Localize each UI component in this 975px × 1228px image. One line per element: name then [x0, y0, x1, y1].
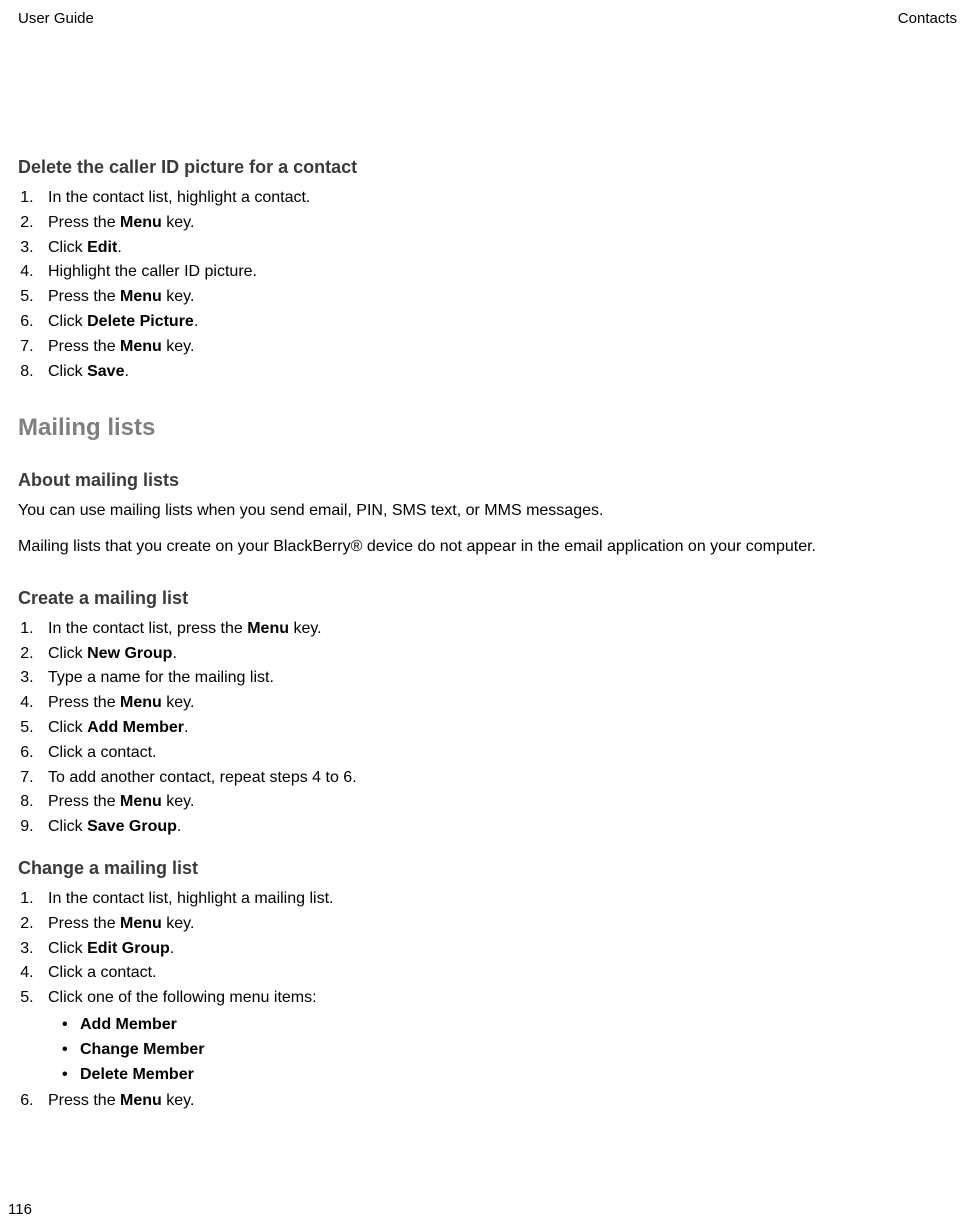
step: In the contact list, highlight a contact… — [38, 186, 957, 211]
step: Click Edit Group. — [38, 937, 957, 962]
step: Click one of the following menu items: A… — [38, 986, 957, 1087]
page-number: 116 — [8, 1201, 32, 1218]
change-mailing-list-steps: In the contact list, highlight a mailing… — [18, 887, 957, 1114]
bullet-item: Add Member — [62, 1013, 957, 1038]
topic-about-mailing-lists-title: About mailing lists — [18, 470, 957, 491]
bullet-item: Delete Member — [62, 1063, 957, 1088]
step: Click Delete Picture. — [38, 310, 957, 335]
bullet-item: Change Member — [62, 1038, 957, 1063]
step: Click Add Member. — [38, 716, 957, 741]
step: In the contact list, highlight a mailing… — [38, 887, 957, 912]
create-mailing-list-steps: In the contact list, press the Menu key.… — [18, 617, 957, 840]
step: Press the Menu key. — [38, 335, 957, 360]
step: Click Save Group. — [38, 815, 957, 840]
step: Press the Menu key. — [38, 211, 957, 236]
step: To add another contact, repeat steps 4 t… — [38, 766, 957, 791]
about-mailing-lists-p2: Mailing lists that you create on your Bl… — [18, 535, 957, 558]
page-header: User Guide Contacts — [18, 10, 957, 27]
header-right: Contacts — [898, 10, 957, 27]
step: Press the Menu key. — [38, 285, 957, 310]
step: Click Edit. — [38, 236, 957, 261]
step: Type a name for the mailing list. — [38, 666, 957, 691]
page-content: Delete the caller ID picture for a conta… — [18, 157, 957, 1114]
change-mailing-list-bullets: Add Member Change Member Delete Member — [48, 1013, 957, 1087]
step: Click a contact. — [38, 961, 957, 986]
step: Click a contact. — [38, 741, 957, 766]
about-mailing-lists-p1: You can use mailing lists when you send … — [18, 499, 957, 522]
step: Press the Menu key. — [38, 790, 957, 815]
step: Press the Menu key. — [38, 1089, 957, 1114]
topic-create-mailing-list-title: Create a mailing list — [18, 588, 957, 609]
step: Press the Menu key. — [38, 691, 957, 716]
step: Press the Menu key. — [38, 912, 957, 937]
step: In the contact list, press the Menu key. — [38, 617, 957, 642]
delete-caller-id-steps: In the contact list, highlight a contact… — [18, 186, 957, 384]
section-mailing-lists-title: Mailing lists — [18, 414, 957, 442]
page: User Guide Contacts Delete the caller ID… — [0, 0, 975, 1228]
step: Click New Group. — [38, 642, 957, 667]
step: Highlight the caller ID picture. — [38, 260, 957, 285]
topic-change-mailing-list-title: Change a mailing list — [18, 858, 957, 879]
header-left: User Guide — [18, 10, 94, 27]
topic-delete-caller-id-title: Delete the caller ID picture for a conta… — [18, 157, 957, 178]
step: Click Save. — [38, 360, 957, 385]
